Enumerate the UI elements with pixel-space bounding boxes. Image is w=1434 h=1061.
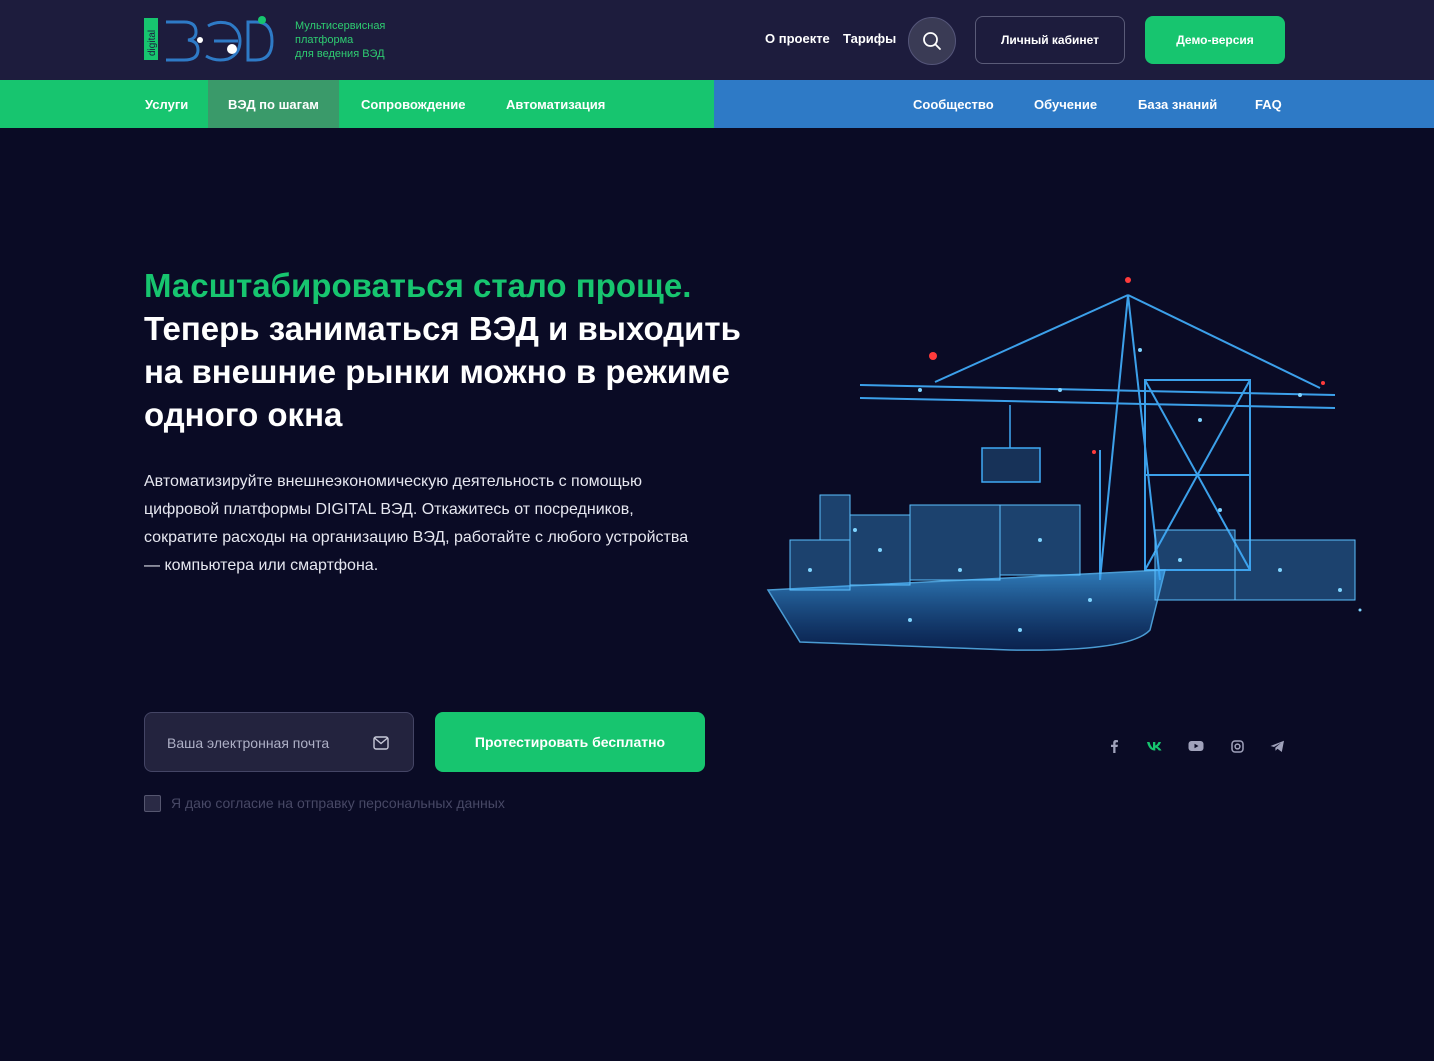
nav-item-community[interactable]: Сообщество xyxy=(913,80,994,128)
logo-vertical-text: digital xyxy=(147,30,158,56)
consent-checkbox[interactable] xyxy=(144,794,161,812)
hero-title-main: Теперь заниматься ВЭД и выходить на внеш… xyxy=(144,310,741,433)
consent-label: Я даю согласие на отправку персональных … xyxy=(171,795,505,811)
tagline-line: Мультисервисная xyxy=(295,20,386,32)
tagline-line: платформа xyxy=(295,34,354,46)
link-about[interactable]: О проекте xyxy=(765,31,830,46)
nav-item-faq[interactable]: FAQ xyxy=(1255,80,1282,128)
nav-item-support[interactable]: Сопровождение xyxy=(361,80,465,128)
telegram-icon[interactable] xyxy=(1268,737,1286,755)
hero-title-accent: Масштабироваться стало проще. xyxy=(144,267,692,304)
nav-item-automation[interactable]: Автоматизация xyxy=(506,80,605,128)
demo-button[interactable]: Демо-версия xyxy=(1145,16,1285,64)
consent-row: Я даю согласие на отправку персональных … xyxy=(144,793,505,813)
link-tariffs[interactable]: Тарифы xyxy=(843,31,896,46)
logo[interactable]: digital xyxy=(144,14,276,64)
hero-description: Автоматизируйте внешнеэкономическую деят… xyxy=(144,473,689,574)
search-icon xyxy=(923,32,941,50)
top-header: digital Мультисервисная платформа для ве… xyxy=(0,0,1434,80)
nav-services: Услуги ВЭД по шагам Сопровождение Автома… xyxy=(0,80,714,128)
nav-item-education[interactable]: Обучение xyxy=(1034,80,1097,128)
email-input[interactable] xyxy=(167,731,367,755)
search-button[interactable] xyxy=(908,17,956,65)
personal-cabinet-button[interactable]: Личный кабинет xyxy=(975,16,1125,64)
email-field xyxy=(144,712,414,772)
nav-community: Сообщество Обучение База знаний FAQ xyxy=(714,80,1434,128)
logo-tagline: Мультисервисная платформа для ведения ВЭ… xyxy=(295,19,405,61)
vk-icon[interactable] xyxy=(1145,737,1163,755)
tagline-line: для ведения ВЭД xyxy=(295,48,385,60)
nav-item-ved-steps[interactable]: ВЭД по шагам xyxy=(208,80,339,128)
instagram-icon[interactable] xyxy=(1228,737,1246,755)
nav-item-knowledge-base[interactable]: База знаний xyxy=(1138,80,1217,128)
hero-title: Масштабироваться стало проще. Теперь зан… xyxy=(144,264,754,436)
port-crane-ship-illustration xyxy=(766,277,1362,651)
try-free-button[interactable]: Протестировать бесплатно xyxy=(435,712,705,772)
youtube-icon[interactable] xyxy=(1187,737,1205,755)
nav-item-services[interactable]: Услуги xyxy=(145,80,188,128)
facebook-icon[interactable] xyxy=(1105,737,1123,755)
logo-mark-icon: digital xyxy=(144,16,274,62)
mail-icon xyxy=(373,736,389,750)
